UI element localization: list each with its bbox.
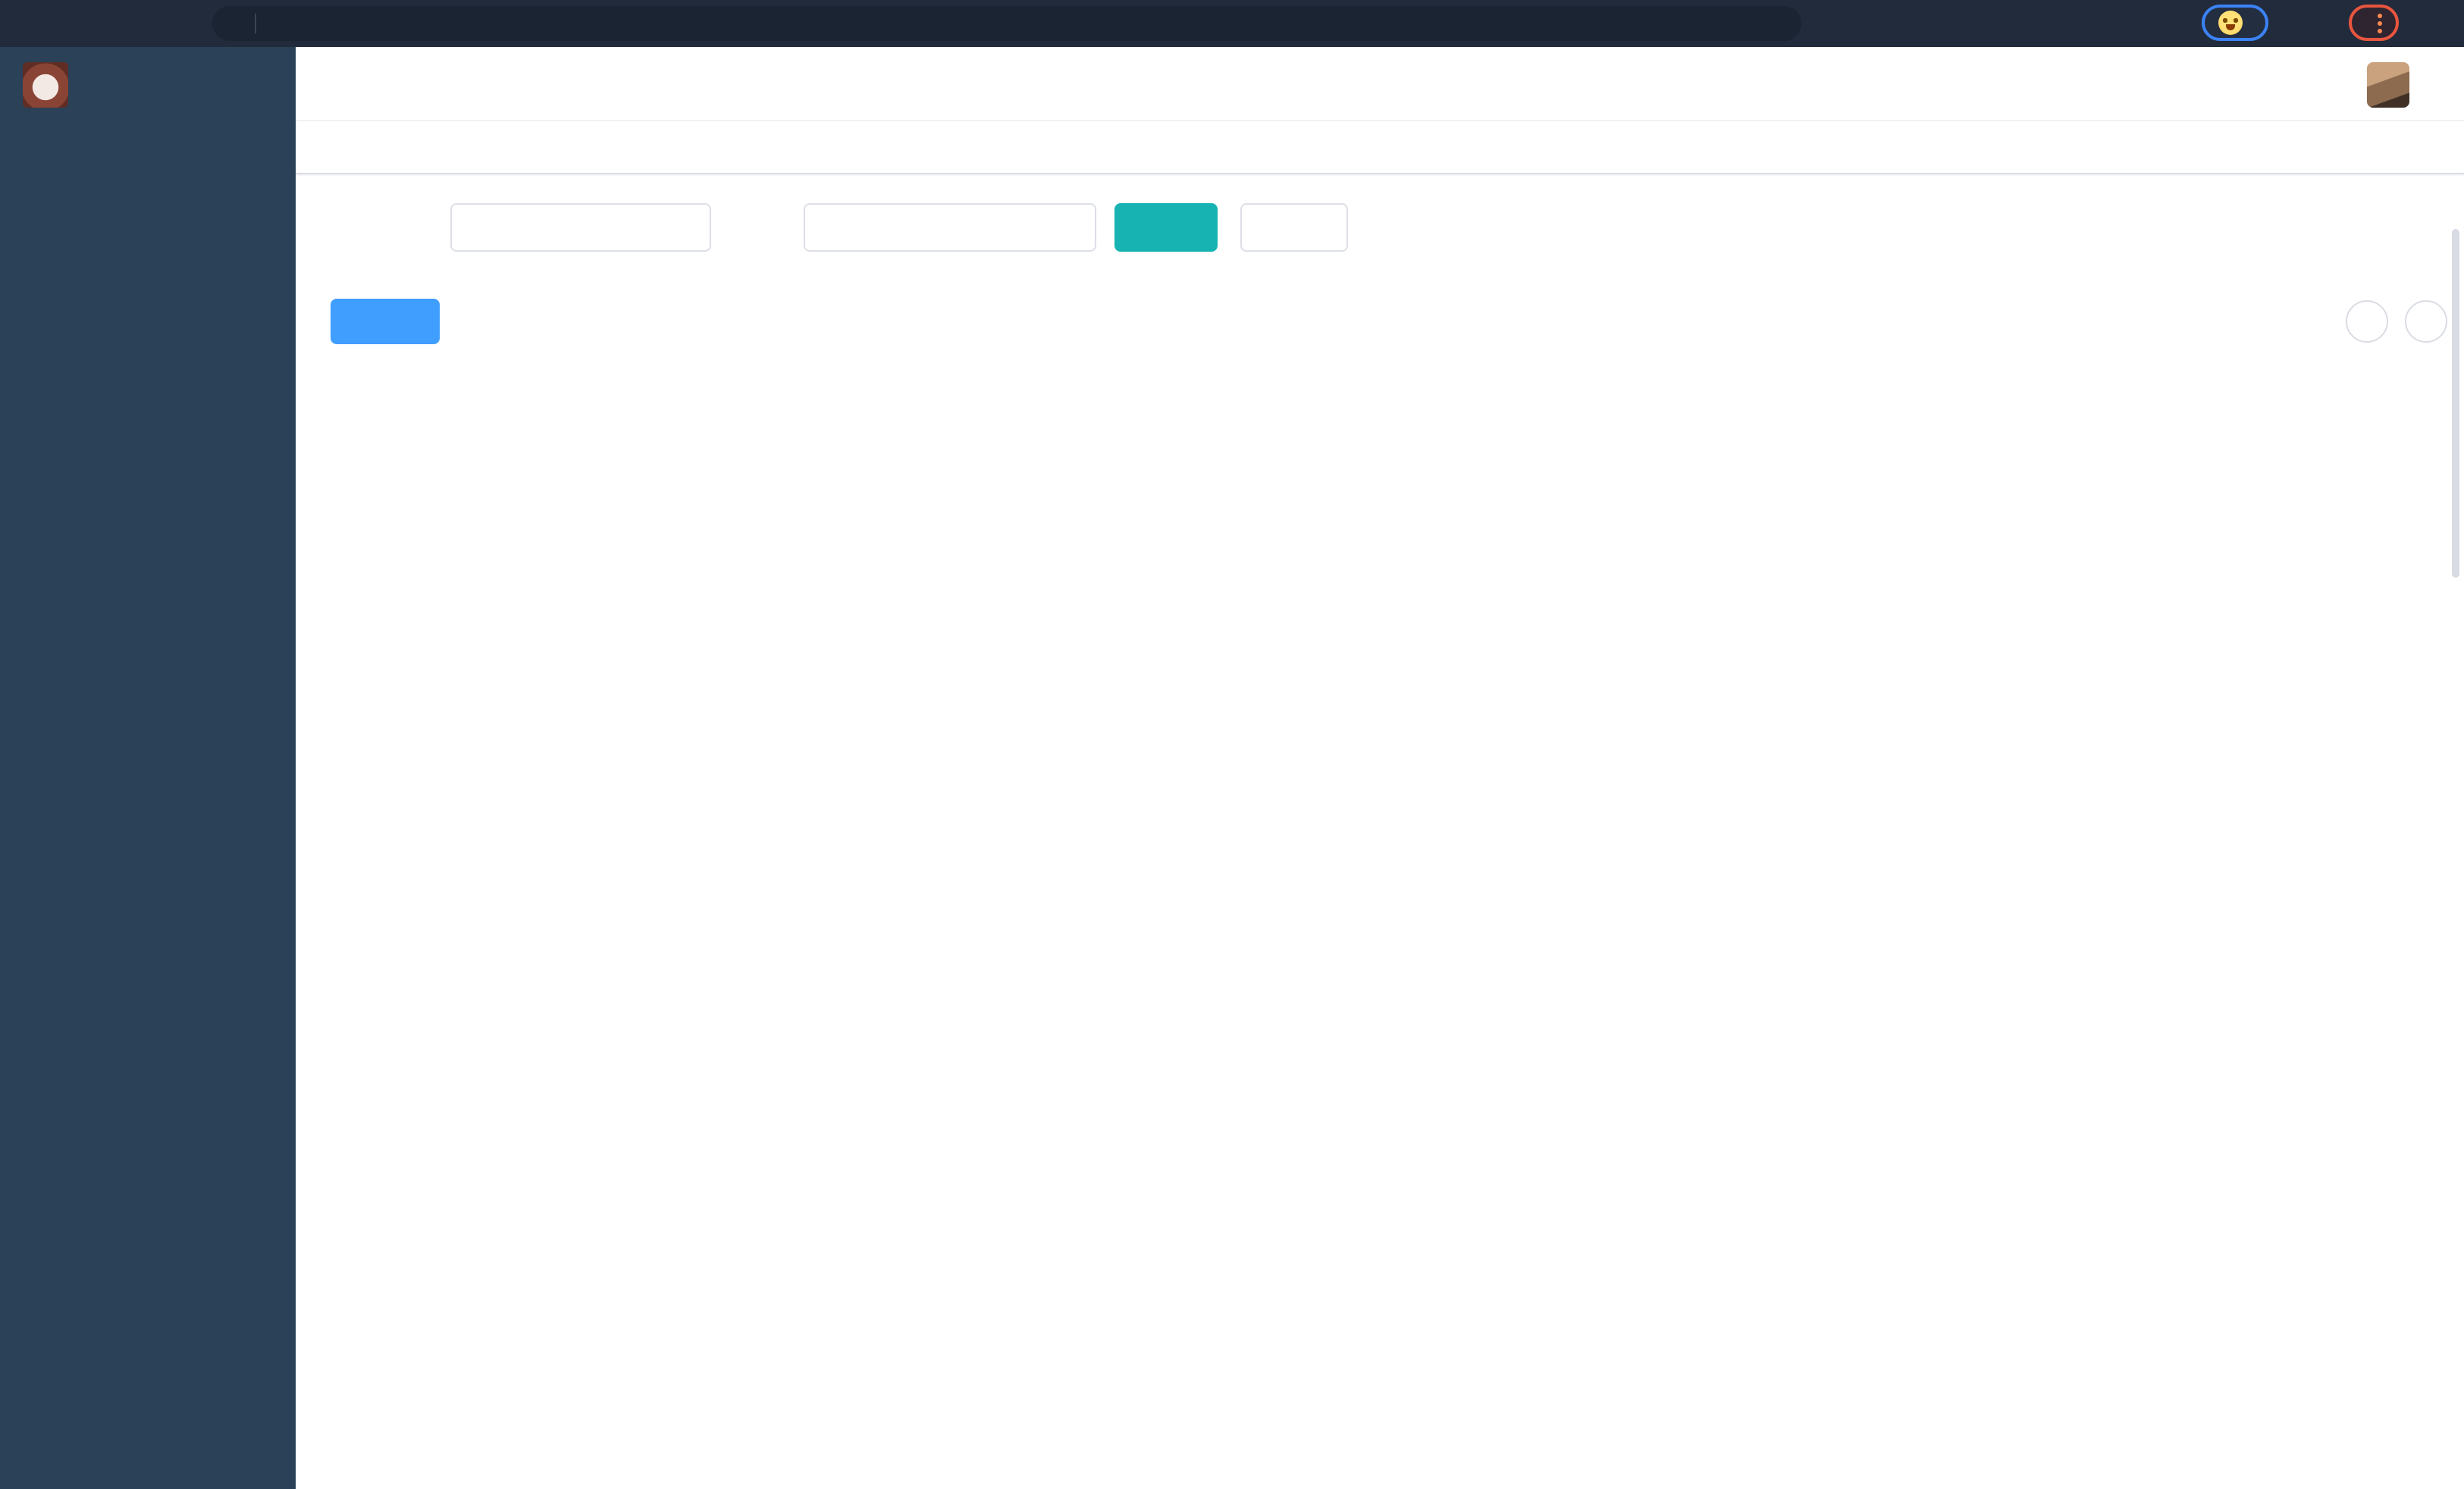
vertical-scrollbar[interactable] [2452, 229, 2459, 578]
font-size-icon[interactable] [2315, 71, 2343, 98]
page [0, 0, 2464, 1489]
browser-toolbar [0, 0, 2464, 47]
emoji-face-icon [2218, 11, 2243, 35]
status-select[interactable] [804, 203, 1096, 252]
tags-view-bar [296, 121, 2464, 174]
help-icon[interactable] [2212, 71, 2240, 98]
bookmark-star-icon[interactable] [1820, 3, 1859, 42]
refresh-table-button[interactable] [2405, 300, 2447, 343]
github-icon[interactable] [2161, 71, 2188, 98]
add-button[interactable] [331, 299, 440, 344]
fullscreen-icon[interactable] [2264, 71, 2291, 98]
reset-button[interactable] [1240, 203, 1348, 252]
dept-name-input[interactable] [450, 203, 711, 252]
avatar[interactable] [2367, 61, 2409, 107]
paused-extension-pill[interactable] [2202, 5, 2268, 41]
kebab-menu-icon[interactable] [2378, 13, 2382, 33]
back-icon[interactable] [6, 4, 45, 43]
search-icon[interactable] [2109, 71, 2136, 98]
main-area [296, 47, 2464, 1489]
forward-icon[interactable] [52, 4, 91, 43]
browser-update-button[interactable] [2349, 5, 2399, 41]
address-bar[interactable] [212, 6, 1801, 41]
content [296, 176, 2464, 1489]
logo-image [23, 61, 68, 107]
refresh-icon[interactable] [97, 4, 136, 43]
home-icon[interactable] [143, 4, 182, 43]
search-button[interactable] [1114, 203, 1218, 252]
app-logo[interactable] [0, 47, 296, 121]
sidebar [0, 47, 296, 1489]
header-actions [2109, 47, 2464, 121]
app-header [296, 47, 2464, 121]
toggle-search-button[interactable] [2346, 300, 2388, 343]
divider [255, 14, 256, 33]
